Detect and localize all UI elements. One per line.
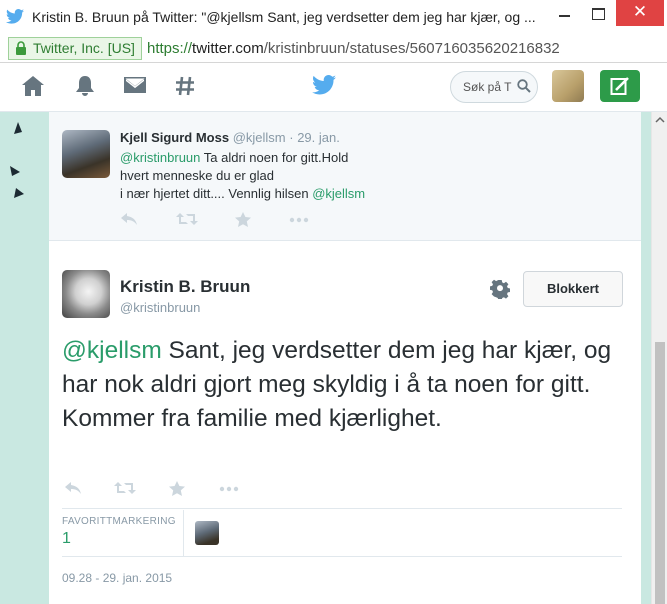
- twitter-bird-icon[interactable]: [312, 75, 336, 95]
- scrollbar[interactable]: [651, 112, 667, 604]
- mention-link[interactable]: @kristinbruun: [120, 150, 200, 165]
- tweet-text: @kjellsm Sant, jeg verdsetter dem jeg ha…: [62, 334, 622, 436]
- favorites-label: FAVORITTMARKERING: [62, 516, 176, 527]
- favorites-count[interactable]: 1: [62, 530, 71, 548]
- blocked-button[interactable]: Blokkert: [523, 271, 623, 307]
- certificate-badge[interactable]: Twitter, Inc. [US]: [8, 37, 142, 60]
- reply-date[interactable]: 29. jan.: [297, 130, 340, 145]
- retweet-icon[interactable]: [114, 481, 136, 495]
- favorite-star-icon[interactable]: [235, 212, 251, 227]
- scroll-up-arrow-icon[interactable]: [652, 112, 667, 128]
- twitter-bird-icon: [6, 9, 24, 24]
- twitter-navbar: Søk på T: [0, 63, 667, 112]
- discover-icon[interactable]: [175, 75, 195, 97]
- reply-icon[interactable]: [64, 481, 82, 495]
- favorite-star-icon[interactable]: [169, 481, 185, 496]
- avatar[interactable]: [195, 521, 219, 545]
- search-input[interactable]: Søk på T: [450, 71, 538, 103]
- close-button[interactable]: ✕: [616, 0, 664, 26]
- more-icon[interactable]: [219, 481, 239, 495]
- url-text[interactable]: https://twitter.com/kristinbruun/statuse…: [147, 40, 560, 57]
- mention-link[interactable]: @kjellsm: [312, 186, 365, 201]
- page-background: [0, 112, 49, 604]
- url-scheme: https://: [147, 40, 193, 57]
- reply-header: Kjell Sigurd Moss @kjellsm · 29. jan.: [120, 130, 340, 145]
- tweet-actions: [64, 481, 264, 499]
- background-decoration: [10, 122, 24, 198]
- minimize-button[interactable]: [547, 0, 581, 26]
- reply-icon[interactable]: [120, 212, 138, 226]
- url-path: /kristinbruun/statuses/56071603562021683…: [263, 40, 560, 57]
- divider: [62, 556, 622, 557]
- reply-actions: [120, 212, 320, 230]
- search-icon[interactable]: [517, 79, 531, 93]
- tweet-timestamp: 09.28 - 29. jan. 2015: [62, 571, 173, 585]
- meta-separator: ·: [285, 130, 298, 145]
- window-titlebar: Kristin B. Bruun på Twitter: "@kjellsm S…: [0, 0, 667, 35]
- avatar[interactable]: [62, 270, 110, 318]
- certificate-label: Twitter, Inc. [US]: [33, 40, 135, 56]
- tweet-author-name[interactable]: Kristin B. Bruun: [120, 277, 250, 297]
- tweet-panel: Kjell Sigurd Moss @kjellsm · 29. jan. @k…: [49, 112, 641, 604]
- notifications-icon[interactable]: [75, 75, 95, 97]
- reply-text-line: i nær hjertet ditt.... Vennlig hilsen: [120, 186, 313, 201]
- profile-avatar[interactable]: [552, 70, 584, 102]
- compose-tweet-button[interactable]: [600, 70, 640, 102]
- divider: [62, 508, 622, 509]
- divider: [183, 510, 184, 556]
- reply-text: @kristinbruun Ta aldri noen for gitt.Hol…: [120, 149, 420, 203]
- page-background-right: [641, 112, 651, 604]
- maximize-button[interactable]: [581, 0, 615, 26]
- home-icon[interactable]: [21, 75, 45, 97]
- address-bar[interactable]: Twitter, Inc. [US] https://twitter.com/k…: [0, 34, 667, 63]
- tweet-author-handle[interactable]: @kristinbruun: [120, 300, 200, 315]
- reply-text-line: Ta aldri noen for gitt.Hold: [200, 150, 349, 165]
- reply-author-handle[interactable]: @kjellsm: [233, 130, 286, 145]
- compose-icon: [610, 77, 629, 95]
- window-title: Kristin B. Bruun på Twitter: "@kjellsm S…: [32, 9, 536, 25]
- avatar[interactable]: [62, 130, 110, 178]
- more-icon[interactable]: [289, 212, 309, 226]
- lock-icon: [16, 41, 26, 55]
- messages-icon[interactable]: [123, 75, 147, 95]
- search-placeholder: Søk på T: [463, 80, 512, 94]
- reply-author-name[interactable]: Kjell Sigurd Moss: [120, 130, 229, 145]
- reply-text-line: hvert menneske du er glad: [120, 168, 274, 183]
- scrollbar-thumb[interactable]: [655, 342, 665, 604]
- url-host: twitter.com: [192, 40, 264, 57]
- retweet-icon[interactable]: [176, 212, 198, 226]
- mention-link[interactable]: @kjellsm: [62, 337, 162, 364]
- reply-tweet[interactable]: Kjell Sigurd Moss @kjellsm · 29. jan. @k…: [49, 112, 641, 241]
- gear-icon[interactable]: [490, 279, 510, 299]
